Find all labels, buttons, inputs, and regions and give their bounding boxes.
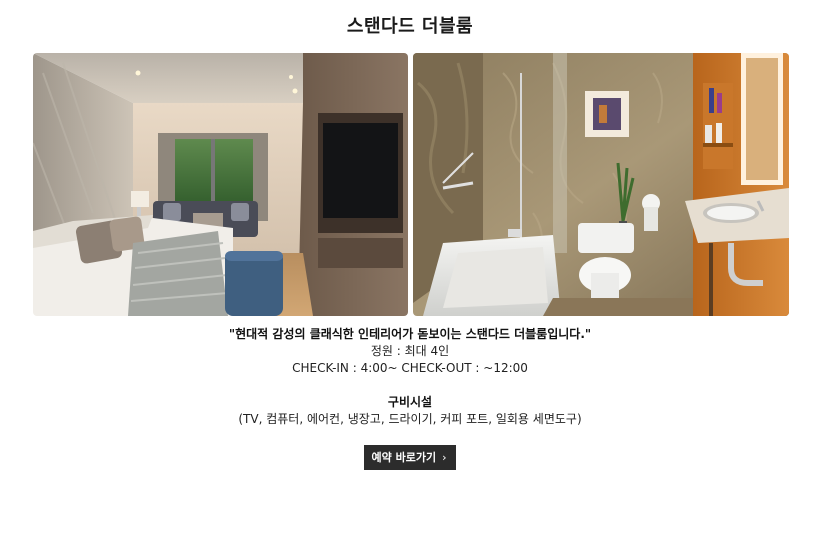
reserve-now-button[interactable]: 예약 바로가기 › (363, 445, 457, 470)
room-photo-gallery (33, 53, 789, 316)
room-capacity: 정원 : 최대 4인 (370, 344, 450, 358)
chevron-right-icon: › (442, 451, 447, 464)
bedroom-photo (33, 53, 408, 316)
room-info: "현대적 감성의 클래식한 인테리어가 돋보이는 스탠다드 더블룸입니다." 정… (0, 326, 820, 428)
amenities-heading: 구비시설 (387, 395, 433, 409)
room-tagline: "현대적 감성의 클래식한 인테리어가 돋보이는 스탠다드 더블룸입니다." (228, 327, 592, 341)
amenities-list: (TV, 컴퓨터, 에어컨, 냉장고, 드라이기, 커피 포트, 일회용 세면도… (238, 412, 582, 426)
checkin-checkout-times: CHECK-IN : 4:00~ CHECK-OUT : ~12:00 (292, 361, 528, 375)
bathroom-photo (413, 53, 789, 316)
reserve-button-label: 예약 바로가기 (371, 451, 437, 464)
room-title: 스탠다드 더블룸 (346, 16, 474, 37)
